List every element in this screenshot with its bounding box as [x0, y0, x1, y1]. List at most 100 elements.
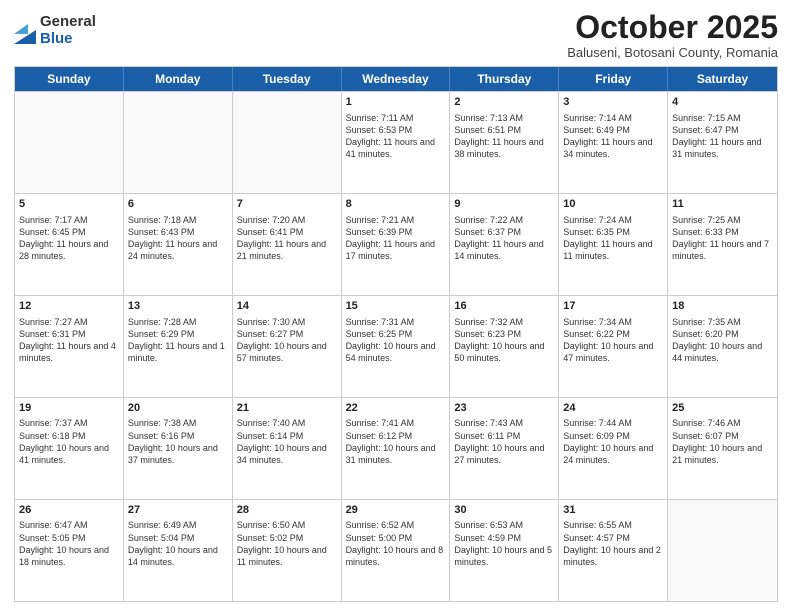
- cell-content-line: Sunset: 6:25 PM: [346, 328, 446, 340]
- logo: General Blue: [14, 14, 96, 47]
- day-number: 14: [237, 299, 337, 314]
- day-number: 30: [454, 503, 554, 518]
- header-wednesday: Wednesday: [342, 67, 451, 91]
- header-saturday: Saturday: [668, 67, 777, 91]
- cal-cell-w2-d4: 8Sunrise: 7:21 AMSunset: 6:39 PMDaylight…: [342, 194, 451, 295]
- cell-content-line: Sunrise: 7:35 AM: [672, 316, 773, 328]
- cal-cell-w5-d7: [668, 500, 777, 601]
- day-number: 5: [19, 197, 119, 212]
- cell-content-line: Sunset: 6:37 PM: [454, 226, 554, 238]
- cell-content-line: Sunset: 6:11 PM: [454, 430, 554, 442]
- day-number: 26: [19, 503, 119, 518]
- cell-content-line: Sunset: 6:33 PM: [672, 226, 773, 238]
- cell-content-line: Sunrise: 7:17 AM: [19, 214, 119, 226]
- calendar-week-3: 12Sunrise: 7:27 AMSunset: 6:31 PMDayligh…: [15, 295, 777, 397]
- cell-content-line: Sunrise: 7:14 AM: [563, 112, 663, 124]
- cell-content-line: Sunset: 6:23 PM: [454, 328, 554, 340]
- day-number: 21: [237, 401, 337, 416]
- cell-content-line: Daylight: 10 hours and 18 minutes.: [19, 544, 119, 568]
- cell-content-line: Daylight: 11 hours and 4 minutes.: [19, 340, 119, 364]
- cell-content-line: Sunrise: 7:37 AM: [19, 417, 119, 429]
- cal-cell-w1-d6: 3 Sunrise: 7:14 AMSunset: 6:49 PMDaylight…: [559, 92, 668, 193]
- cal-cell-w3-d6: 17Sunrise: 7:34 AMSunset: 6:22 PMDayligh…: [559, 296, 668, 397]
- day-number: 29: [346, 503, 446, 518]
- cal-cell-w2-d3: 7Sunrise: 7:20 AMSunset: 6:41 PMDaylight…: [233, 194, 342, 295]
- cell-content-line: Daylight: 10 hours and 41 minutes.: [19, 442, 119, 466]
- cell-content-line: Sunset: 4:57 PM: [563, 532, 663, 544]
- day-number: 28: [237, 503, 337, 518]
- cal-cell-w1-d7: 4Sunrise: 7:15 AMSunset: 6:47 PMDaylight…: [668, 92, 777, 193]
- logo-general-text: General: [40, 14, 96, 31]
- cell-content-line: Daylight: 10 hours and 2 minutes.: [563, 544, 663, 568]
- cell-content-line: Sunrise: 7:13 AM: [454, 112, 554, 124]
- cell-content-line: Daylight: 10 hours and 11 minutes.: [237, 544, 337, 568]
- cell-content-line: Sunrise: 7:44 AM: [563, 417, 663, 429]
- cal-cell-w1-d1: [15, 92, 124, 193]
- cell-content-line: Sunset: 6:51 PM: [454, 124, 554, 136]
- cell-content-line: Sunset: 6:53 PM: [346, 124, 446, 136]
- cell-content-line: Sunset: 6:49 PM: [563, 124, 663, 136]
- day-number: 20: [128, 401, 228, 416]
- cell-content-line: Sunrise: 7:46 AM: [672, 417, 773, 429]
- header-sunday: Sunday: [15, 67, 124, 91]
- cell-content-line: Sunrise: 6:52 AM: [346, 519, 446, 531]
- cell-content-line: Daylight: 10 hours and 44 minutes.: [672, 340, 773, 364]
- header-thursday: Thursday: [450, 67, 559, 91]
- cell-content-line: Daylight: 11 hours and 34 minutes.: [563, 136, 663, 160]
- cell-content-line: Daylight: 10 hours and 34 minutes.: [237, 442, 337, 466]
- cell-content-line: Sunset: 6:20 PM: [672, 328, 773, 340]
- cell-content-line: Daylight: 10 hours and 14 minutes.: [128, 544, 228, 568]
- cell-content-line: Daylight: 11 hours and 31 minutes.: [672, 136, 773, 160]
- cal-cell-w1-d5: 2Sunrise: 7:13 AMSunset: 6:51 PMDaylight…: [450, 92, 559, 193]
- cell-content-line: Sunrise: 7:34 AM: [563, 316, 663, 328]
- calendar: Sunday Monday Tuesday Wednesday Thursday…: [14, 66, 778, 602]
- cell-content-line: Daylight: 10 hours and 57 minutes.: [237, 340, 337, 364]
- cell-content-line: Sunset: 6:43 PM: [128, 226, 228, 238]
- cell-content-line: Sunset: 6:27 PM: [237, 328, 337, 340]
- cell-content-line: Sunrise: 7:41 AM: [346, 417, 446, 429]
- cell-content-line: Daylight: 10 hours and 27 minutes.: [454, 442, 554, 466]
- day-number: 15: [346, 299, 446, 314]
- header: General Blue October 2025 Baluseni, Boto…: [14, 10, 778, 60]
- cal-cell-w1-d2: [124, 92, 233, 193]
- cell-content-line: Daylight: 11 hours and 14 minutes.: [454, 238, 554, 262]
- cell-content-line: Daylight: 11 hours and 1 minute.: [128, 340, 228, 364]
- cell-content-line: Daylight: 11 hours and 7 minutes.: [672, 238, 773, 262]
- cell-content-line: Sunset: 6:18 PM: [19, 430, 119, 442]
- day-number: 16: [454, 299, 554, 314]
- day-number: 27: [128, 503, 228, 518]
- cell-content-line: Daylight: 11 hours and 11 minutes.: [563, 238, 663, 262]
- cell-content-line: Sunset: 6:14 PM: [237, 430, 337, 442]
- title-block: October 2025 Baluseni, Botosani County, …: [567, 10, 778, 60]
- day-number: 3: [563, 95, 663, 110]
- cell-content-line: Sunrise: 6:55 AM: [563, 519, 663, 531]
- day-number: 6: [128, 197, 228, 212]
- cal-cell-w4-d4: 22Sunrise: 7:41 AMSunset: 6:12 PMDayligh…: [342, 398, 451, 499]
- calendar-week-1: 1Sunrise: 7:11 AMSunset: 6:53 PMDaylight…: [15, 91, 777, 193]
- cell-content-line: Sunset: 6:39 PM: [346, 226, 446, 238]
- logo-blue-text: Blue: [40, 31, 96, 48]
- calendar-body: 1Sunrise: 7:11 AMSunset: 6:53 PMDaylight…: [15, 91, 777, 601]
- cell-content-line: Sunset: 6:12 PM: [346, 430, 446, 442]
- cell-content-line: Daylight: 11 hours and 21 minutes.: [237, 238, 337, 262]
- cell-content-line: Sunrise: 6:53 AM: [454, 519, 554, 531]
- cal-cell-w5-d1: 26Sunrise: 6:47 AMSunset: 5:05 PMDayligh…: [15, 500, 124, 601]
- cell-content-line: Daylight: 10 hours and 50 minutes.: [454, 340, 554, 364]
- cell-content-line: Sunset: 5:04 PM: [128, 532, 228, 544]
- cell-content-line: Sunset: 6:31 PM: [19, 328, 119, 340]
- cal-cell-w5-d6: 31Sunrise: 6:55 AMSunset: 4:57 PMDayligh…: [559, 500, 668, 601]
- cell-content-line: Sunset: 6:29 PM: [128, 328, 228, 340]
- cal-cell-w3-d2: 13Sunrise: 7:28 AMSunset: 6:29 PMDayligh…: [124, 296, 233, 397]
- cell-content-line: Daylight: 10 hours and 5 minutes.: [454, 544, 554, 568]
- cell-content-line: Sunrise: 7:31 AM: [346, 316, 446, 328]
- day-number: 22: [346, 401, 446, 416]
- cal-cell-w3-d7: 18Sunrise: 7:35 AMSunset: 6:20 PMDayligh…: [668, 296, 777, 397]
- day-number: 13: [128, 299, 228, 314]
- cal-cell-w2-d7: 11Sunrise: 7:25 AMSunset: 6:33 PMDayligh…: [668, 194, 777, 295]
- cell-content-line: Sunrise: 7:11 AM: [346, 112, 446, 124]
- cal-cell-w2-d2: 6Sunrise: 7:18 AMSunset: 6:43 PMDaylight…: [124, 194, 233, 295]
- day-number: 10: [563, 197, 663, 212]
- cell-content-line: Sunrise: 6:49 AM: [128, 519, 228, 531]
- cal-cell-w4-d1: 19Sunrise: 7:37 AMSunset: 6:18 PMDayligh…: [15, 398, 124, 499]
- cell-content-line: Sunrise: 7:18 AM: [128, 214, 228, 226]
